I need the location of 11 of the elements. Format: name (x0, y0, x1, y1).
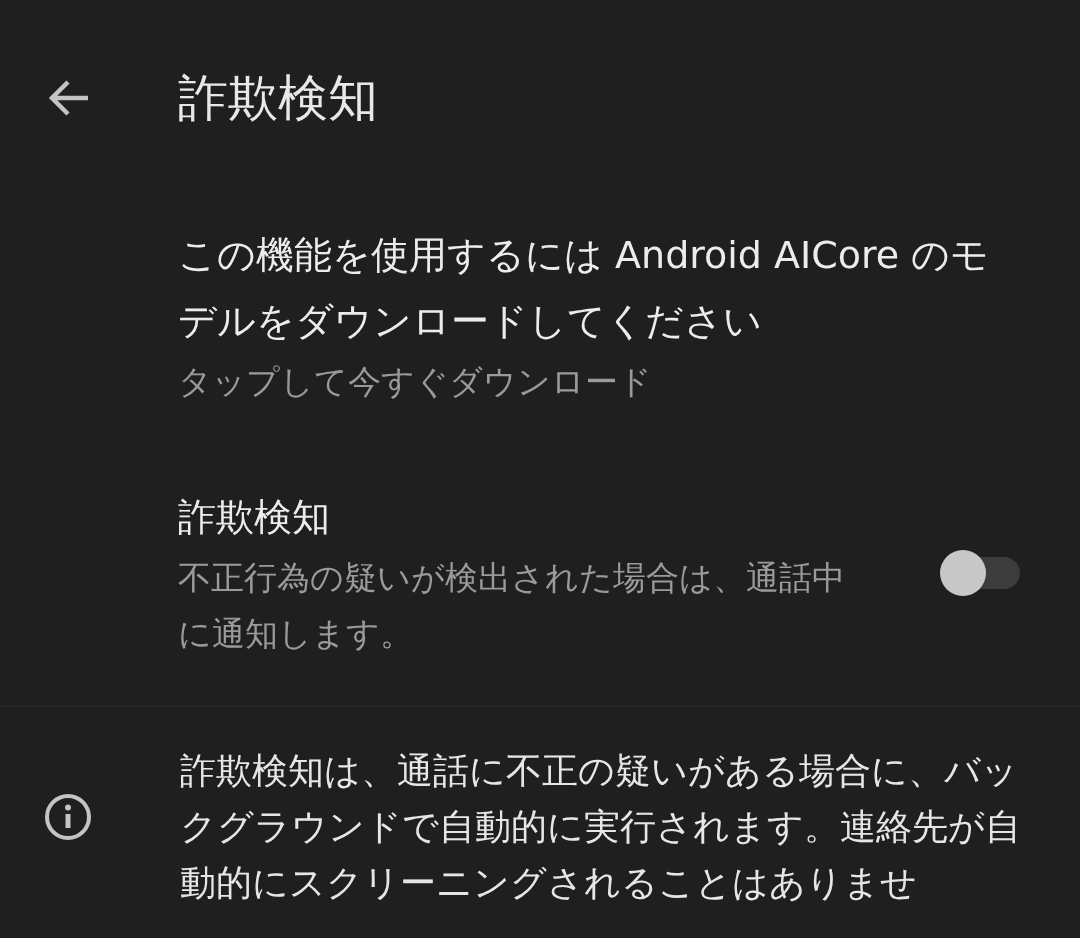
info-text: 詐欺検知は、通話に不正の疑いがある場合に、バックグラウンドで自動的に実行されます。連絡先が自動的にスクリーニングされることはありませ (180, 749, 1022, 905)
settings-item[interactable]: 詐欺検知 不正行為の疑いが検出された場合は、通話中に通知します。 (0, 460, 1080, 706)
info-icon (44, 793, 92, 841)
settings-item[interactable]: この機能を使用するには Android AICore のモデルをダウンロードしてください タップして今すぐダウンロード (0, 196, 1080, 460)
toggle-switch[interactable] (940, 549, 1020, 597)
item-summary: タップして今すぐダウンロード (178, 361, 653, 403)
item-title: 詐欺検知 (178, 494, 331, 541)
back-arrow-icon (48, 78, 90, 118)
item-summary: 不正行為の疑いが検出された場合は、通話中に通知します。 (178, 557, 846, 655)
page-title: 詐欺検知 (178, 67, 378, 129)
item-title: この機能を使用するには Android AICore のモデルをダウンロードしてください (178, 232, 991, 345)
